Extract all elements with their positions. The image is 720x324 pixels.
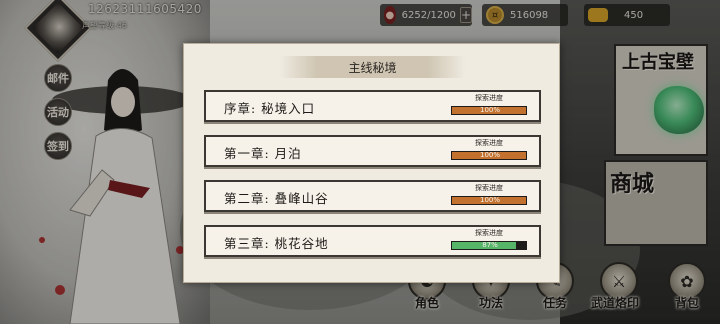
progress-percent: 100% (479, 151, 500, 159)
main-story-dialog: 主线秘境 序章: 秘境入口 探索进度 100% 第一章: 月泊 探索进度 100… (183, 43, 560, 283)
chapter-name: 第二章: 叠峰山谷 (224, 191, 329, 206)
progress-percent: 100% (479, 196, 500, 204)
chapter-name: 第一章: 月泊 (224, 146, 302, 161)
dialog-title: 主线秘境 (348, 61, 397, 75)
progress-caption: 探索进度 (475, 139, 503, 147)
progress-bar: 100% (451, 151, 527, 160)
progress-bar: 100% (451, 106, 527, 115)
progress-percent: 100% (479, 106, 500, 114)
chapter-name: 序章: 秘境入口 (224, 101, 316, 116)
progress-caption: 探索进度 (475, 94, 503, 102)
progress-caption: 探索进度 (475, 184, 503, 192)
chapter-row[interactable]: 第一章: 月泊 探索进度 100% (204, 135, 541, 167)
chapter-row[interactable]: 第三章: 桃花谷地 探索进度 87% (204, 225, 541, 257)
chapter-row[interactable]: 序章: 秘境入口 探索进度 100% (204, 90, 541, 122)
progress-bar: 87% (451, 241, 527, 250)
progress-percent: 87% (482, 241, 498, 249)
chapter-name: 第三章: 桃花谷地 (224, 236, 329, 251)
progress-bar: 100% (451, 196, 527, 205)
progress-caption: 探索进度 (475, 229, 503, 237)
chapter-row[interactable]: 第二章: 叠峰山谷 探索进度 100% (204, 180, 541, 212)
